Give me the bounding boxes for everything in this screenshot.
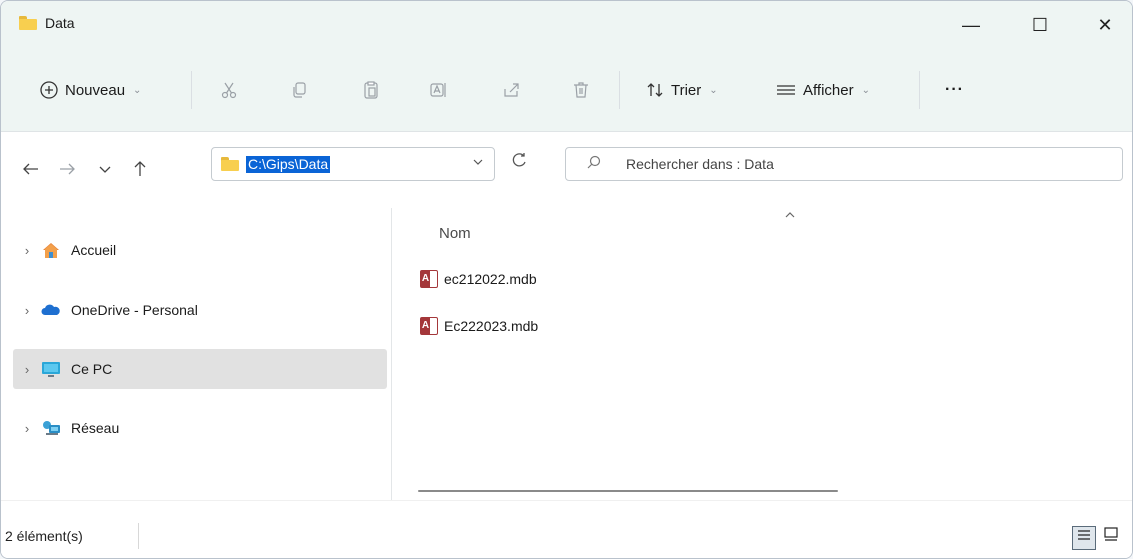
view-icon bbox=[777, 85, 795, 95]
file-item[interactable]: ec212022.mdb bbox=[420, 270, 537, 288]
sidebar-item-label: Ce PC bbox=[71, 361, 113, 377]
view-button-label: Afficher bbox=[803, 81, 854, 99]
refresh-icon bbox=[512, 153, 526, 167]
up-button[interactable] bbox=[131, 160, 149, 183]
home-icon bbox=[41, 241, 63, 259]
command-bar: Nouveau ⌄ Trier ⌄ Afficher ⌄ ··· bbox=[1, 49, 1132, 132]
chevron-down-icon: ⌄ bbox=[133, 84, 142, 96]
file-list: Nom ec212022.mdb Ec222023.mdb bbox=[392, 208, 1132, 500]
copy-button[interactable] bbox=[289, 73, 309, 107]
file-name: ec212022.mdb bbox=[444, 271, 537, 287]
computer-icon bbox=[41, 360, 63, 378]
share-icon bbox=[504, 83, 519, 97]
file-item[interactable]: Ec222023.mdb bbox=[420, 317, 538, 335]
plus-circle-icon bbox=[40, 81, 58, 99]
search-box[interactable]: Rechercher dans : Data bbox=[565, 147, 1123, 181]
navigation-pane: › Accueil › OneDrive - Personal › Ce PC … bbox=[1, 208, 392, 500]
chevron-down-icon: ⌄ bbox=[709, 84, 718, 96]
cloud-icon bbox=[41, 301, 63, 319]
close-button[interactable]: ✕ bbox=[1085, 11, 1125, 39]
sort-button-label: Trier bbox=[671, 81, 702, 99]
delete-icon bbox=[574, 82, 588, 98]
rename-icon bbox=[430, 83, 446, 97]
paste-icon bbox=[364, 81, 378, 99]
cut-button[interactable] bbox=[219, 73, 239, 107]
arrow-up-icon bbox=[134, 161, 146, 176]
cut-icon bbox=[221, 82, 237, 99]
address-bar[interactable]: C:\Gips\Data bbox=[211, 147, 495, 181]
chevron-down-icon: ⌄ bbox=[861, 84, 870, 96]
horizontal-scrollbar[interactable] bbox=[418, 490, 838, 492]
paste-button[interactable] bbox=[361, 73, 381, 107]
window-title: Data bbox=[45, 15, 75, 31]
network-icon bbox=[41, 419, 63, 437]
address-dropdown-icon[interactable] bbox=[472, 156, 484, 171]
access-db-icon bbox=[420, 317, 438, 335]
column-header-name[interactable]: Nom bbox=[439, 225, 471, 242]
sidebar-item-ce-pc[interactable]: › Ce PC bbox=[13, 349, 387, 389]
status-divider bbox=[138, 523, 139, 549]
file-name: Ec222023.mdb bbox=[444, 318, 539, 334]
expand-chevron-icon[interactable]: › bbox=[13, 421, 41, 436]
item-count: 2 élément(s) bbox=[5, 528, 83, 544]
expand-chevron-icon[interactable]: › bbox=[13, 303, 41, 318]
copy-icon bbox=[293, 82, 306, 98]
chevron-down-icon bbox=[99, 166, 111, 173]
arrow-left-icon bbox=[23, 163, 38, 175]
tiles-view-button[interactable] bbox=[1100, 526, 1122, 548]
view-button[interactable]: Afficher ⌄ bbox=[775, 73, 870, 107]
tiles-view-icon bbox=[1104, 527, 1118, 541]
title-bar: Data — ☐ ✕ bbox=[1, 1, 1132, 49]
sort-icon bbox=[647, 83, 663, 97]
sort-button[interactable]: Trier ⌄ bbox=[645, 73, 718, 107]
sidebar-item-label: Accueil bbox=[71, 242, 117, 258]
delete-button[interactable] bbox=[571, 73, 591, 107]
window-title-area: Data bbox=[19, 15, 75, 31]
new-button-label: Nouveau bbox=[65, 81, 126, 99]
access-db-icon bbox=[420, 270, 438, 288]
maximize-button[interactable]: ☐ bbox=[1020, 11, 1060, 39]
toolbar-divider bbox=[919, 71, 920, 109]
navigation-bar: C:\Gips\Data Rechercher dans : Data bbox=[1, 132, 1132, 208]
sidebar-item-reseau[interactable]: › Réseau bbox=[13, 408, 387, 448]
more-options-button[interactable]: ··· bbox=[945, 73, 964, 107]
expand-chevron-icon[interactable]: › bbox=[13, 362, 41, 377]
folder-icon bbox=[19, 16, 37, 30]
sidebar-item-onedrive[interactable]: › OneDrive - Personal bbox=[13, 290, 387, 330]
status-bar: 2 élément(s) bbox=[1, 500, 1132, 558]
address-path[interactable]: C:\Gips\Data bbox=[246, 156, 331, 173]
toolbar-divider bbox=[191, 71, 192, 109]
sidebar-item-label: OneDrive - Personal bbox=[71, 302, 198, 318]
sidebar-item-label: Réseau bbox=[71, 420, 120, 436]
sidebar-item-accueil[interactable]: › Accueil bbox=[13, 230, 387, 270]
details-view-button[interactable] bbox=[1072, 526, 1096, 550]
expand-chevron-icon[interactable]: › bbox=[13, 243, 41, 258]
rename-button[interactable] bbox=[429, 73, 449, 107]
file-explorer-window: Data — ☐ ✕ Nouveau ⌄ Trier ⌄ Afficher ⌄ … bbox=[0, 0, 1133, 559]
refresh-button[interactable] bbox=[505, 149, 533, 177]
sort-ascending-icon bbox=[784, 208, 796, 222]
search-placeholder: Rechercher dans : Data bbox=[626, 156, 774, 172]
share-button[interactable] bbox=[501, 73, 521, 107]
toolbar-divider bbox=[619, 71, 620, 109]
recent-locations-button[interactable] bbox=[97, 160, 113, 183]
minimize-button[interactable]: — bbox=[951, 11, 991, 39]
search-icon bbox=[586, 154, 602, 174]
new-button[interactable]: Nouveau ⌄ bbox=[39, 73, 141, 107]
folder-icon bbox=[221, 157, 239, 171]
arrow-right-icon bbox=[60, 163, 75, 175]
details-view-icon bbox=[1078, 530, 1090, 540]
forward-button[interactable] bbox=[57, 160, 77, 183]
back-button[interactable] bbox=[21, 160, 41, 183]
